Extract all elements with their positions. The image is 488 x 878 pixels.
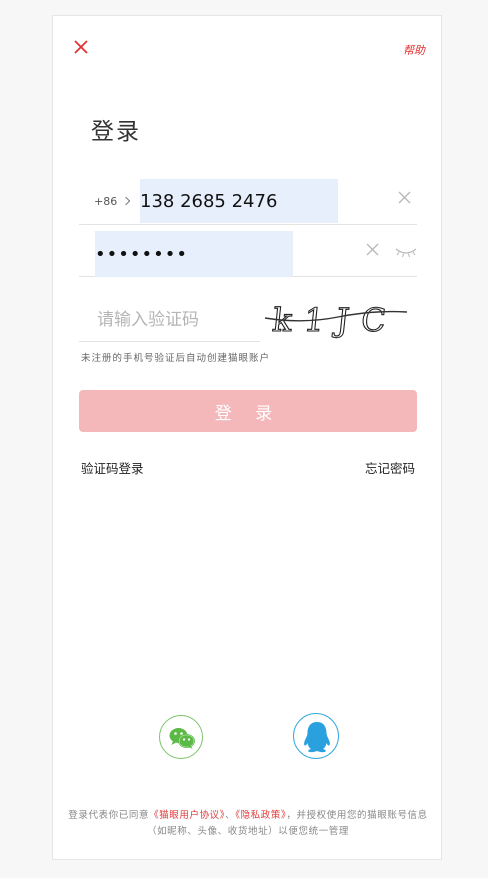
login-button[interactable]: 登 录: [79, 390, 417, 432]
wechat-icon: [169, 728, 195, 749]
country-code-selector[interactable]: +86: [94, 195, 131, 208]
code-login-link[interactable]: 验证码登录: [81, 458, 144, 477]
country-code: +86: [94, 195, 118, 208]
hint-text: 未注册的手机号验证后自动创建猫眼账户: [81, 353, 271, 364]
close-icon[interactable]: [72, 38, 90, 56]
eye-closed-icon[interactable]: [395, 246, 417, 258]
agreement-prefix: 登录代表你已同意: [68, 810, 150, 821]
verify-code-row: [79, 296, 260, 342]
user-agreement-link[interactable]: 《猫眼用户协议》: [149, 810, 225, 821]
qq-login-button[interactable]: [293, 713, 339, 759]
password-row: [79, 229, 417, 277]
login-card: 帮助 登录 +86 k1JC 未注册的手机号验证后: [52, 15, 442, 860]
page-title: 登录: [91, 119, 141, 145]
phone-row: +86: [79, 178, 417, 225]
captcha-image[interactable]: k1JC: [263, 298, 409, 340]
qq-icon: [304, 722, 330, 753]
agreement-text: 登录代表你已同意《猫眼用户协议》、《隐私政策》，并授权使用您的猫眼账号信息（如昵…: [63, 808, 433, 840]
clear-icon[interactable]: [398, 191, 411, 204]
clear-icon[interactable]: [366, 243, 379, 256]
forgot-password-link[interactable]: 忘记密码: [365, 458, 415, 477]
verify-code-input[interactable]: [95, 304, 259, 336]
privacy-policy-link[interactable]: 《隐私政策》: [235, 810, 286, 821]
password-input[interactable]: [95, 231, 293, 277]
chevron-right-icon: [121, 196, 131, 206]
phone-input[interactable]: [140, 179, 338, 223]
agreement-separator: 、: [225, 810, 236, 821]
wechat-login-button[interactable]: [159, 715, 203, 759]
help-link[interactable]: 帮助: [403, 42, 425, 58]
